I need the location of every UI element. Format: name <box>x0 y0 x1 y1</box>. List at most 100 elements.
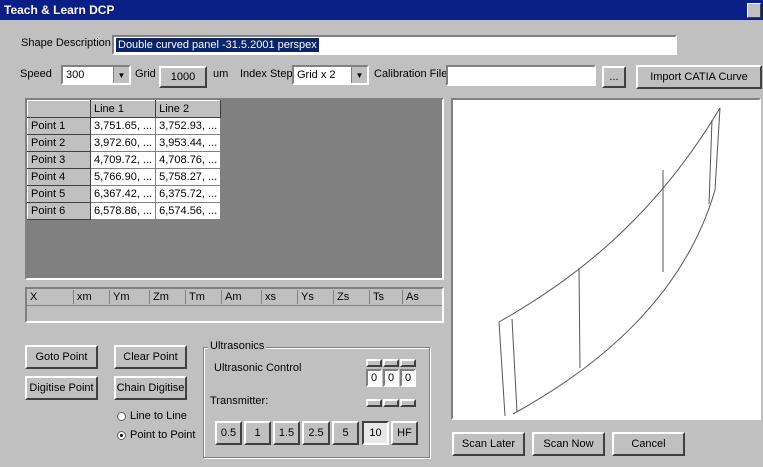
table-cell[interactable]: 4,709.72, ... <box>89 151 157 169</box>
table-cell[interactable]: 3,751.65, ... <box>89 117 157 135</box>
coord-header: xm <box>74 290 110 304</box>
ultrasonic-value-field[interactable]: 0 <box>383 369 399 387</box>
table-cell[interactable]: 3,752.93, ... <box>155 117 222 135</box>
freq-button-5[interactable]: 5 <box>332 421 359 445</box>
coord-header: Ym <box>110 290 150 304</box>
speed-label: Speed <box>20 68 52 80</box>
points-table-panel[interactable]: Line 1 Line 2 Point 1 3,751.65, ... 3,75… <box>25 98 444 280</box>
table-row[interactable]: Point 3 4,709.72, ... 4,708.76, ... <box>27 151 222 169</box>
shape-description-value: Double curved panel -31.5.2001 perspex <box>116 38 319 52</box>
table-cell[interactable]: 6,367.42, ... <box>89 185 157 203</box>
coord-header: Ys <box>298 290 334 304</box>
clear-point-button[interactable]: Clear Point <box>114 345 187 369</box>
index-step-value: Grid x 2 <box>297 69 336 81</box>
table-cell[interactable]: 4,708.76, ... <box>155 151 222 169</box>
coord-header: Ts <box>370 290 403 304</box>
freq-button-2-5[interactable]: 2.5 <box>302 421 330 445</box>
line-to-line-radio[interactable]: Line to Line <box>117 410 207 424</box>
radio-icon[interactable] <box>117 412 126 421</box>
panel-edge-right-inner <box>708 119 713 205</box>
table-cell[interactable]: 6,375.72, ... <box>155 185 222 203</box>
index-step-select[interactable]: Grid x 2 ▼ <box>292 65 369 85</box>
ultrasonics-group-label: Ultrasonics <box>208 340 267 352</box>
table-cell[interactable]: 5,766.90, ... <box>89 168 157 186</box>
panel-outline-top <box>498 107 721 323</box>
title-bar: Teach & Learn DCP <box>0 0 763 20</box>
coordinates-header: Xxm Ym Zm Tm Am xs Ys Zs Ts As <box>27 290 442 306</box>
panel-edge-left-inner <box>511 318 518 413</box>
panel-edge-left-outer <box>498 321 506 417</box>
window-control-button[interactable] <box>747 3 761 18</box>
row-header[interactable]: Point 6 <box>27 202 91 220</box>
table-cell[interactable]: 6,574.56, ... <box>155 202 222 220</box>
table-corner <box>27 100 91 118</box>
coord-header: xs <box>262 290 298 304</box>
coord-header: As <box>406 291 419 303</box>
table-cell[interactable]: 3,972.60, ... <box>89 134 157 152</box>
ultrasonic-value-field[interactable]: 0 <box>400 369 416 387</box>
grid-value-button[interactable]: 1000 <box>159 66 207 88</box>
shape-description-input[interactable]: Double curved panel -31.5.2001 perspex <box>112 35 677 55</box>
row-header[interactable]: Point 5 <box>27 185 91 203</box>
coord-header: Zs <box>334 290 370 304</box>
shape-3d-view[interactable] <box>451 98 761 420</box>
panel-outline-bottom <box>512 189 716 415</box>
ultrasonic-value-field[interactable]: 0 <box>366 369 382 387</box>
chain-digitise-button[interactable]: Chain Digitise <box>114 376 187 400</box>
spin-up-button[interactable] <box>400 359 416 367</box>
calibration-file-label: Calibration File: <box>374 68 451 80</box>
table-row[interactable]: Point 2 3,972.60, ... 3,953.44, ... <box>27 134 222 152</box>
point-to-point-label: Point to Point <box>130 429 196 441</box>
browse-button[interactable]: ... <box>602 66 626 88</box>
freq-button-1-5[interactable]: 1.5 <box>273 421 300 445</box>
goto-point-button[interactable]: Goto Point <box>25 345 98 369</box>
table-cell[interactable]: 5,758.27, ... <box>155 168 222 186</box>
cancel-button[interactable]: Cancel <box>612 432 685 456</box>
spin-down-button[interactable] <box>366 399 382 407</box>
point-to-point-radio[interactable]: Point to Point <box>117 429 207 443</box>
freq-button-1[interactable]: 1 <box>244 421 271 445</box>
window-title: Teach & Learn DCP <box>4 3 115 17</box>
freq-button-hf[interactable]: HF <box>391 421 418 445</box>
table-row[interactable]: Point 4 5,766.90, ... 5,758.27, ... <box>27 168 222 186</box>
import-catia-curve-button[interactable]: Import CATIA Curve <box>636 65 762 89</box>
calibration-file-input[interactable] <box>446 65 596 86</box>
coord-header: Am <box>222 290 262 304</box>
chevron-down-icon[interactable]: ▼ <box>351 67 367 83</box>
scan-now-button[interactable]: Scan Now <box>532 432 605 456</box>
table-row[interactable]: Point 1 3,751.65, ... 3,752.93, ... <box>27 117 222 135</box>
index-step-label: Index Step <box>240 68 293 80</box>
digitise-point-button[interactable]: Digitise Point <box>25 376 98 400</box>
radio-selected-icon[interactable] <box>117 431 126 440</box>
line-to-line-label: Line to Line <box>130 410 187 422</box>
coord-header: Zm <box>150 290 186 304</box>
column-header-line-2[interactable]: Line 2 <box>155 100 222 118</box>
curved-panel-wireframe <box>498 107 721 417</box>
row-header[interactable]: Point 3 <box>27 151 91 169</box>
table-row[interactable]: Point 5 6,367.42, ... 6,375.72, ... <box>27 185 222 203</box>
freq-button-0-5[interactable]: 0.5 <box>215 421 242 445</box>
row-header[interactable]: Point 2 <box>27 134 91 152</box>
spin-down-button[interactable] <box>383 399 399 407</box>
coord-header: Tm <box>186 290 222 304</box>
table-row[interactable]: Point 6 6,578.86, ... 6,574.56, ... <box>27 202 222 220</box>
spin-down-button[interactable] <box>400 399 416 407</box>
freq-button-10[interactable]: 10 <box>362 421 389 445</box>
table-cell[interactable]: 3,953.44, ... <box>155 134 222 152</box>
ultrasonic-control-label: Ultrasonic Control <box>214 362 302 374</box>
row-header[interactable]: Point 1 <box>27 117 91 135</box>
spin-up-button[interactable] <box>383 359 399 367</box>
shape-description-label: Shape Description <box>21 37 111 49</box>
speed-select[interactable]: 300 ▼ <box>61 65 131 85</box>
coordinates-panel: Xxm Ym Zm Tm Am xs Ys Zs Ts As <box>25 287 444 323</box>
column-header-line-1[interactable]: Line 1 <box>89 100 157 118</box>
spin-up-button[interactable] <box>366 359 382 367</box>
row-header[interactable]: Point 4 <box>27 168 91 186</box>
panel-edge-right <box>714 107 721 191</box>
panel-line-mid <box>578 267 581 369</box>
table-header-row: Line 1 Line 2 <box>27 100 222 118</box>
chevron-down-icon[interactable]: ▼ <box>113 67 129 83</box>
scan-later-button[interactable]: Scan Later <box>452 432 525 456</box>
transmitter-label: Transmitter: <box>210 395 269 407</box>
table-cell[interactable]: 6,578.86, ... <box>89 202 157 220</box>
